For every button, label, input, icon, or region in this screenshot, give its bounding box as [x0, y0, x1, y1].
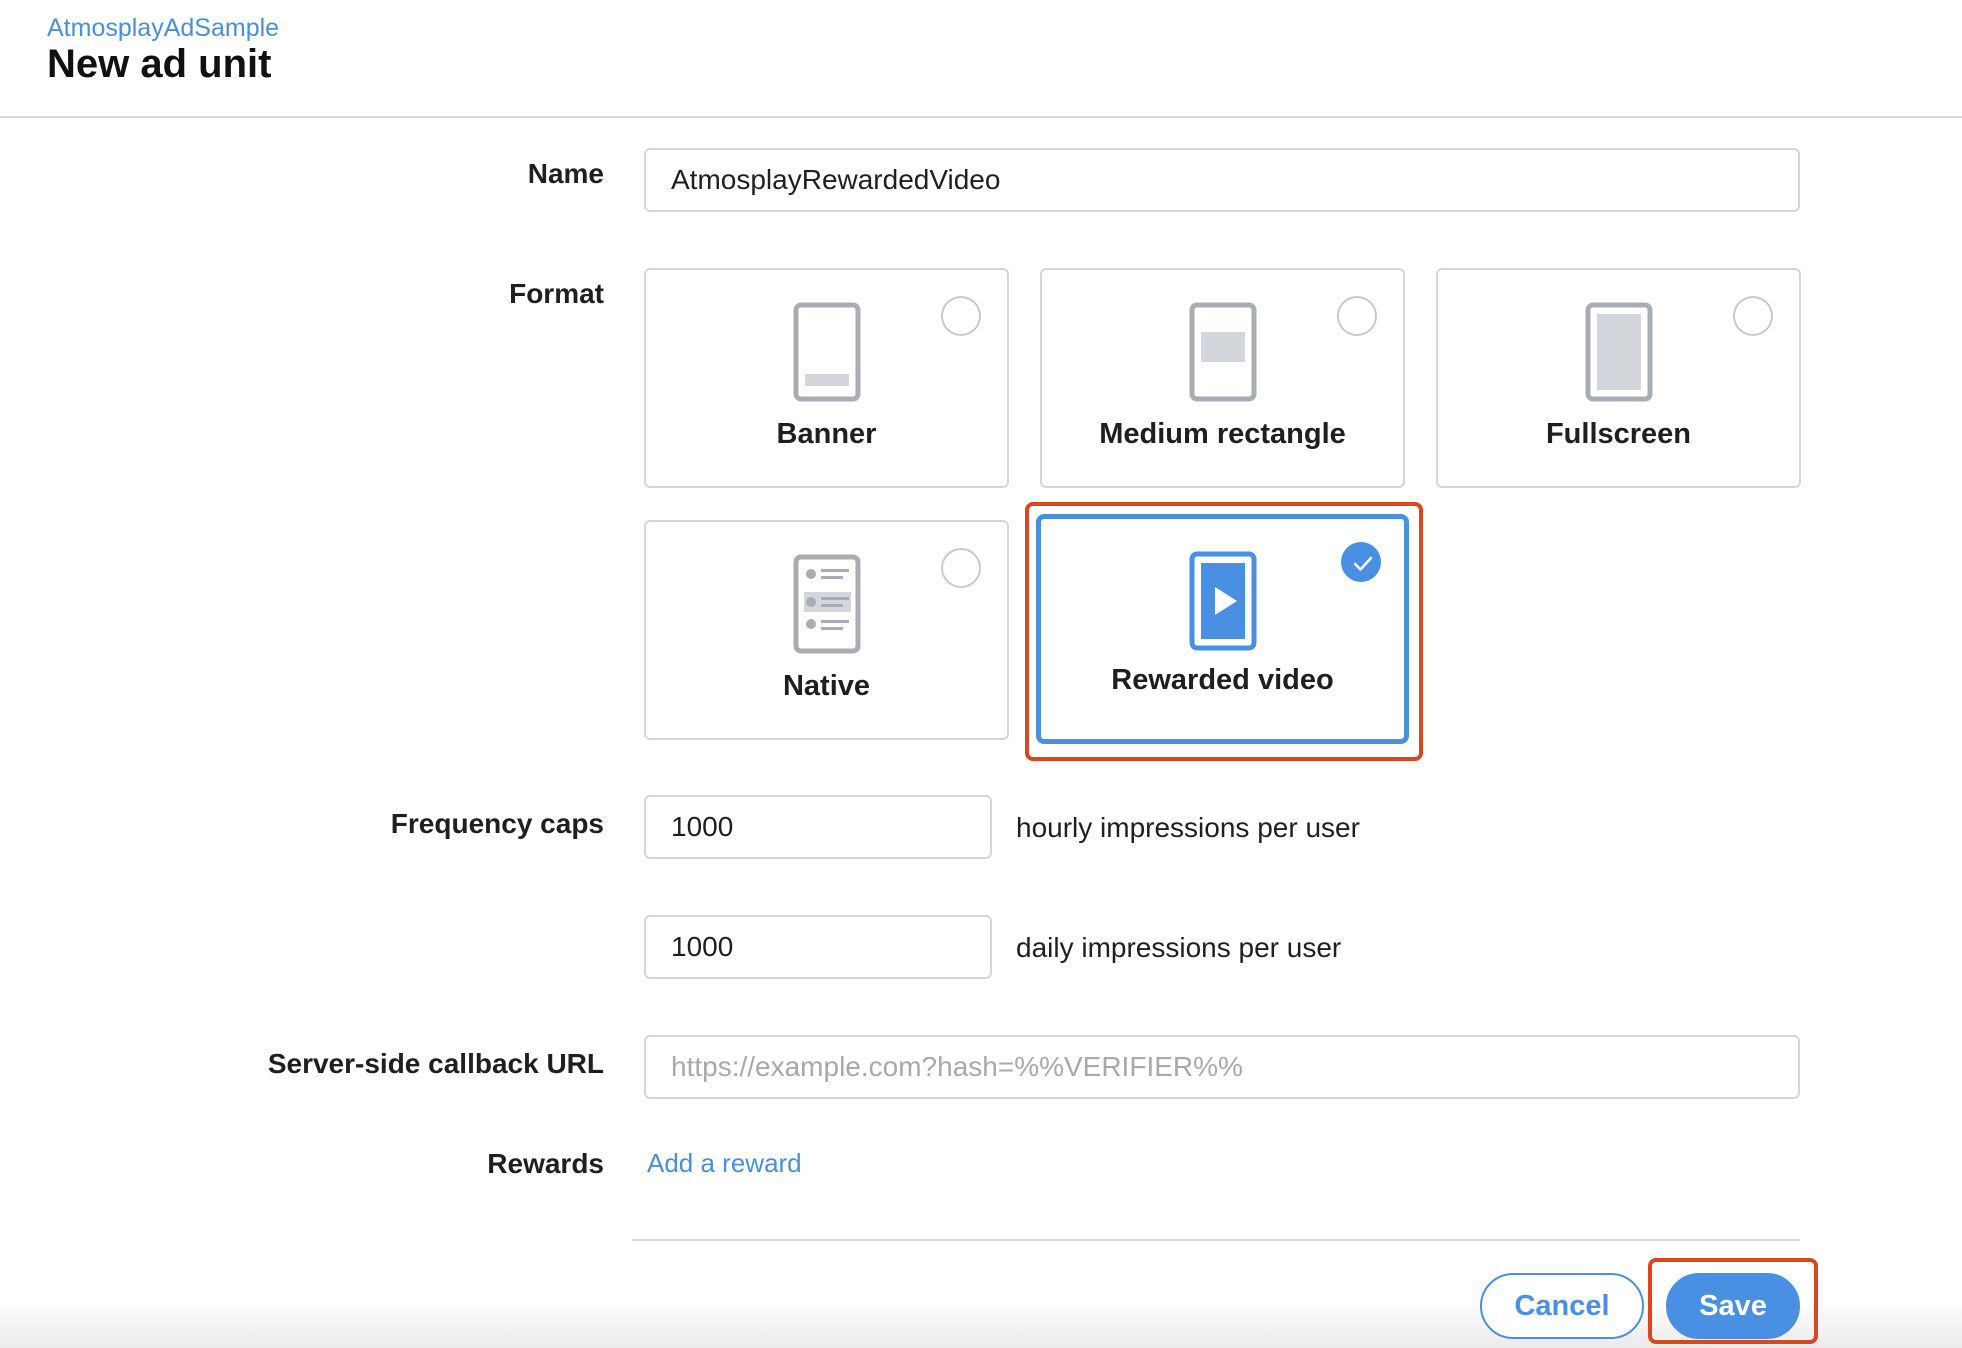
radio-native[interactable]: [941, 548, 981, 588]
save-button[interactable]: Save: [1666, 1273, 1800, 1339]
format-label-native: Native: [782, 670, 871, 702]
radio-banner[interactable]: [941, 296, 981, 336]
format-card-rewarded-video[interactable]: Rewarded video: [1036, 514, 1409, 744]
cancel-button[interactable]: Cancel: [1480, 1273, 1644, 1339]
form-divider: [632, 1239, 1800, 1241]
rewards-label: Rewards: [487, 1148, 604, 1179]
frequency-caps-label: Frequency caps: [390, 808, 604, 839]
format-card-banner[interactable]: Banner: [644, 268, 1009, 488]
name-label: Name: [527, 158, 604, 189]
format-label-banner: Banner: [776, 418, 877, 450]
daily-cap-suffix: daily impressions per user: [1016, 932, 1342, 963]
name-input[interactable]: [644, 148, 1800, 212]
page-title: New ad unit: [47, 42, 272, 86]
medium-rectangle-phone-icon: [1189, 302, 1256, 402]
page-header: AtmosplayAdSample New ad unit: [0, 0, 1962, 118]
format-label-medium-rectangle: Medium rectangle: [1099, 418, 1346, 450]
radio-medium-rectangle[interactable]: [1337, 296, 1377, 336]
hourly-cap-suffix: hourly impressions per user: [1016, 812, 1360, 843]
callback-url-input[interactable]: [644, 1035, 1800, 1099]
format-card-medium-rectangle[interactable]: Medium rectangle: [1040, 268, 1405, 488]
radio-fullscreen[interactable]: [1733, 296, 1773, 336]
format-label: Format: [509, 278, 604, 309]
banner-phone-icon: [793, 302, 860, 402]
radio-rewarded-video[interactable]: [1341, 542, 1381, 582]
format-label-fullscreen: Fullscreen: [1545, 418, 1692, 450]
checkmark-icon: [1353, 556, 1373, 571]
app-breadcrumb-link[interactable]: AtmosplayAdSample: [47, 14, 279, 43]
daily-cap-input[interactable]: [644, 915, 992, 979]
format-card-native[interactable]: Native: [644, 520, 1009, 740]
format-label-rewarded-video: Rewarded video: [1111, 664, 1334, 696]
format-card-fullscreen[interactable]: Fullscreen: [1436, 268, 1801, 488]
callback-url-label: Server-side callback URL: [267, 1048, 604, 1079]
add-reward-link[interactable]: Add a reward: [647, 1148, 802, 1179]
hourly-cap-input[interactable]: [644, 795, 992, 859]
rewarded-video-phone-icon: [1189, 551, 1256, 651]
native-phone-icon: [793, 554, 860, 654]
fullscreen-phone-icon: [1585, 302, 1652, 402]
